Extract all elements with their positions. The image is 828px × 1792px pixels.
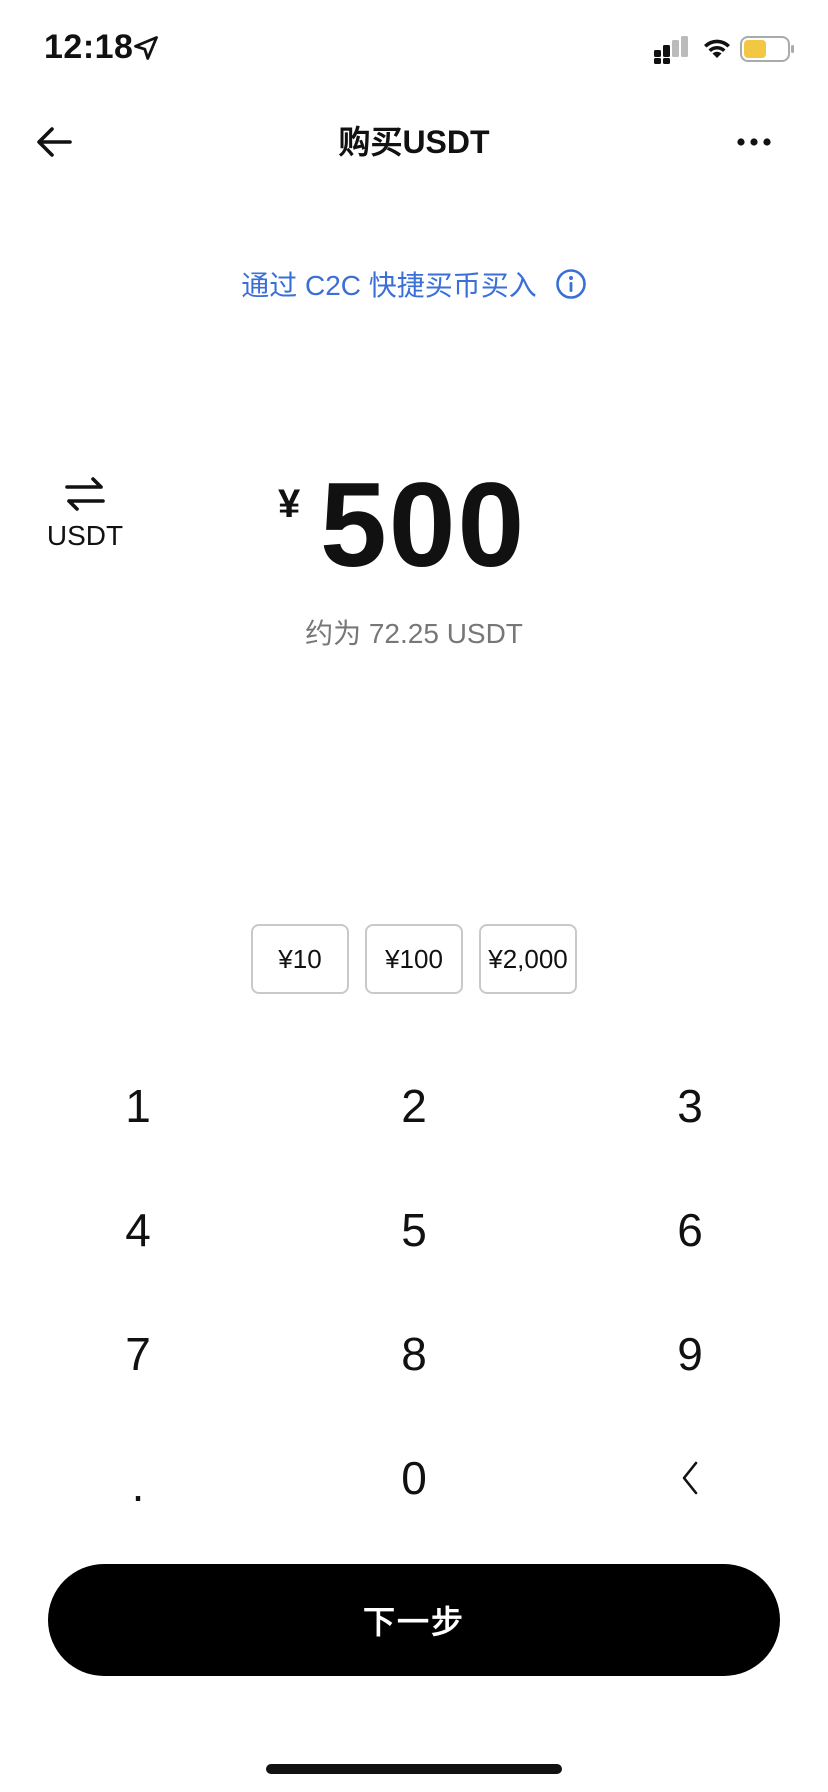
home-indicator xyxy=(266,1764,562,1774)
status-time: 12:18 xyxy=(44,28,134,66)
quick-amount-chips: ¥10 ¥100 ¥2,000 xyxy=(0,924,828,996)
key-3[interactable]: 3 xyxy=(552,1044,828,1168)
quick-amount-100[interactable]: ¥100 xyxy=(365,924,463,994)
key-backspace[interactable] xyxy=(552,1416,828,1540)
next-step-button[interactable]: 下一步 xyxy=(48,1564,780,1676)
key-7[interactable]: 7 xyxy=(0,1292,276,1416)
arrow-left-icon xyxy=(37,127,72,157)
key-0[interactable]: 0 xyxy=(276,1416,552,1540)
switch-currency-button[interactable]: USDT xyxy=(40,476,130,556)
quick-amount-2000[interactable]: ¥2,000 xyxy=(479,924,577,994)
key-9[interactable]: 9 xyxy=(552,1292,828,1416)
key-6[interactable]: 6 xyxy=(552,1168,828,1292)
more-options-button[interactable] xyxy=(728,116,780,168)
switch-currency-label: USDT xyxy=(46,520,124,551)
key-decimal[interactable]: . xyxy=(0,1416,276,1540)
amount-value: 500 xyxy=(320,458,527,592)
key-4[interactable]: 4 xyxy=(0,1168,276,1292)
numeric-keypad: 1 2 3 4 5 6 7 8 9 . 0 xyxy=(0,1044,828,1544)
status-bar: 12:18 xyxy=(0,0,828,96)
approx-usdt-amount: 约为 72.25 USDT xyxy=(305,618,523,649)
currency-symbol: ¥ xyxy=(278,482,301,526)
key-1[interactable]: 1 xyxy=(0,1044,276,1168)
back-button[interactable] xyxy=(28,116,80,168)
wifi-icon xyxy=(704,39,730,58)
backspace-chevron-icon xyxy=(682,1461,698,1495)
location-arrow-icon xyxy=(134,36,158,60)
c2c-row: 通过 C2C 快捷买币买入 xyxy=(0,260,828,308)
key-8[interactable]: 8 xyxy=(276,1292,552,1416)
key-5[interactable]: 5 xyxy=(276,1168,552,1292)
c2c-quick-buy-link[interactable]: 通过 C2C 快捷买币买入 xyxy=(241,264,537,304)
buy-usdt-screen: 12:18 购买USDT 通过 C2C 快捷买币买入 USDT ¥ 500 约为… xyxy=(0,0,828,1792)
key-2[interactable]: 2 xyxy=(276,1044,552,1168)
battery-icon xyxy=(740,36,794,62)
page-title: 购买USDT xyxy=(338,124,490,160)
cellular-signal-icon xyxy=(654,36,688,64)
swap-arrows-icon xyxy=(65,477,105,511)
quick-amount-10[interactable]: ¥10 xyxy=(251,924,349,994)
more-dots-icon xyxy=(737,138,771,146)
info-icon[interactable] xyxy=(555,268,587,300)
